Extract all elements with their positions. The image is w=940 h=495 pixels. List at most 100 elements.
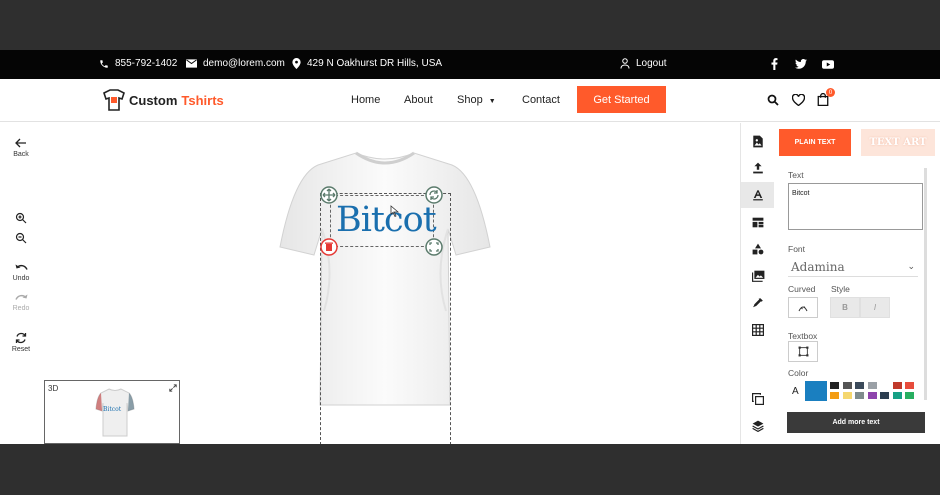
top-info-bar: 855-792-1402 demo@lorem.com 429 N Oakhur… <box>0 50 940 79</box>
font-select[interactable]: Adamina ⌄ <box>788 257 918 277</box>
twitter-link[interactable] <box>795 59 807 69</box>
bold-button[interactable]: B <box>830 297 860 318</box>
zoom-out-tool[interactable] <box>8 232 34 246</box>
logout-link[interactable]: Logout <box>620 58 667 69</box>
color-picker-tool[interactable] <box>741 290 775 316</box>
facebook-icon <box>771 58 778 70</box>
zoom-in-icon <box>15 212 27 224</box>
font-label: Font <box>788 244 806 254</box>
redo-icon <box>14 294 27 300</box>
shapes-icon <box>752 243 764 255</box>
preview-3d-text: Bitcot <box>103 406 122 413</box>
arrow-left-icon <box>15 138 26 148</box>
text-tool[interactable] <box>741 182 775 208</box>
color-swatch-grid <box>829 381 919 401</box>
resize-handle-icon[interactable] <box>425 238 443 256</box>
upload-tool[interactable] <box>741 155 775 181</box>
color-swatch[interactable] <box>904 381 915 390</box>
design-text-bitcot[interactable]: Bitcot <box>336 200 437 240</box>
site-logo[interactable]: Custom Tshirts <box>103 89 224 111</box>
color-swatch[interactable] <box>904 391 915 400</box>
email-item[interactable]: demo@lorem.com <box>186 58 285 69</box>
color-swatch[interactable] <box>829 381 840 390</box>
curved-text-button[interactable] <box>788 297 818 318</box>
tshirt-logo-icon <box>103 89 125 111</box>
color-swatch[interactable] <box>866 391 878 400</box>
redo-label: Redo <box>12 305 30 312</box>
color-swatch[interactable] <box>891 381 903 390</box>
redo-tool[interactable]: Redo <box>8 293 34 312</box>
preview-3d-panel[interactable]: 3D Bitcot <box>44 380 180 444</box>
shapes-tool[interactable] <box>741 236 775 262</box>
get-started-button[interactable]: Get Started <box>577 86 666 113</box>
color-swatch[interactable] <box>879 391 890 400</box>
rotate-handle-icon[interactable] <box>425 186 443 204</box>
color-swatch[interactable] <box>829 391 840 400</box>
undo-tool[interactable]: Undo <box>8 263 34 282</box>
nav-shop-label: Shop <box>457 94 483 106</box>
images-icon <box>751 270 764 282</box>
phone-item[interactable]: 855-792-1402 <box>99 58 177 69</box>
nav-about[interactable]: About <box>404 94 433 106</box>
nav-contact[interactable]: Contact <box>522 94 560 106</box>
curved-label: Curved <box>788 284 816 294</box>
envelope-icon <box>186 59 197 68</box>
move-handle-icon[interactable] <box>320 186 338 204</box>
app-frame: 855-792-1402 demo@lorem.com 429 N Oakhur… <box>0 50 940 444</box>
grid-tool[interactable] <box>741 317 775 343</box>
tab-plain-text[interactable]: PLAIN TEXT <box>779 129 851 156</box>
search-icon[interactable] <box>767 94 779 106</box>
chevron-down-icon: ⌄ <box>907 261 915 272</box>
layout-icon <box>752 217 764 227</box>
reset-tool[interactable]: Reset <box>8 332 34 353</box>
panel-scrollbar[interactable] <box>924 168 927 400</box>
color-swatch[interactable] <box>891 391 903 400</box>
product-tool[interactable] <box>741 128 775 154</box>
logo-text-main: Custom <box>129 92 178 108</box>
font-select-value: Adamina <box>791 259 845 274</box>
address-item: 429 N Oakhurst DR Hills, USA <box>292 58 442 69</box>
curve-icon <box>798 305 808 311</box>
style-label: Style <box>831 284 850 294</box>
layout-tool[interactable] <box>741 209 775 235</box>
textbox-icon <box>798 346 808 357</box>
nav-home[interactable]: Home <box>351 94 380 106</box>
zoom-in-tool[interactable] <box>8 212 34 226</box>
upload-icon <box>753 162 763 174</box>
youtube-icon <box>822 60 834 69</box>
duplicate-tool[interactable] <box>741 386 775 412</box>
site-header: Custom Tshirts Home About Shop ▼ Contact… <box>0 79 940 122</box>
text-icon <box>753 190 763 201</box>
reset-label: Reset <box>11 346 31 353</box>
text-input[interactable]: Bitcot <box>788 183 923 230</box>
back-tool[interactable]: Back <box>8 137 34 158</box>
address-text: 429 N Oakhurst DR Hills, USA <box>307 58 443 69</box>
twitter-icon <box>795 59 807 69</box>
color-swatch[interactable] <box>841 381 853 390</box>
heart-icon[interactable] <box>792 94 805 106</box>
selected-color-swatch[interactable] <box>805 381 827 401</box>
map-pin-icon <box>292 58 301 69</box>
color-swatch[interactable] <box>866 381 878 390</box>
add-more-text-button[interactable]: Add more text <box>787 412 925 433</box>
image-file-icon <box>753 135 763 147</box>
preview-3d-label: 3D <box>48 384 59 393</box>
color-swatch[interactable] <box>854 381 865 390</box>
color-swatch[interactable] <box>879 381 890 390</box>
color-swatch[interactable] <box>854 391 865 400</box>
textbox-button[interactable] <box>788 341 818 362</box>
phone-text: 855-792-1402 <box>115 58 178 69</box>
expand-icon[interactable] <box>169 384 177 392</box>
facebook-link[interactable] <box>771 58 778 70</box>
layers-tool[interactable] <box>741 413 775 439</box>
delete-handle-icon[interactable] <box>320 238 338 256</box>
italic-button[interactable]: I <box>860 297 890 318</box>
undo-icon <box>15 264 28 270</box>
color-swatch[interactable] <box>841 391 853 400</box>
youtube-link[interactable] <box>822 60 834 69</box>
logout-text: Logout <box>636 58 667 69</box>
mouse-cursor-icon <box>390 205 400 217</box>
nav-shop[interactable]: Shop ▼ <box>457 94 496 106</box>
images-tool[interactable] <box>741 263 775 289</box>
tab-text-art[interactable]: TEXT ART <box>861 129 935 156</box>
